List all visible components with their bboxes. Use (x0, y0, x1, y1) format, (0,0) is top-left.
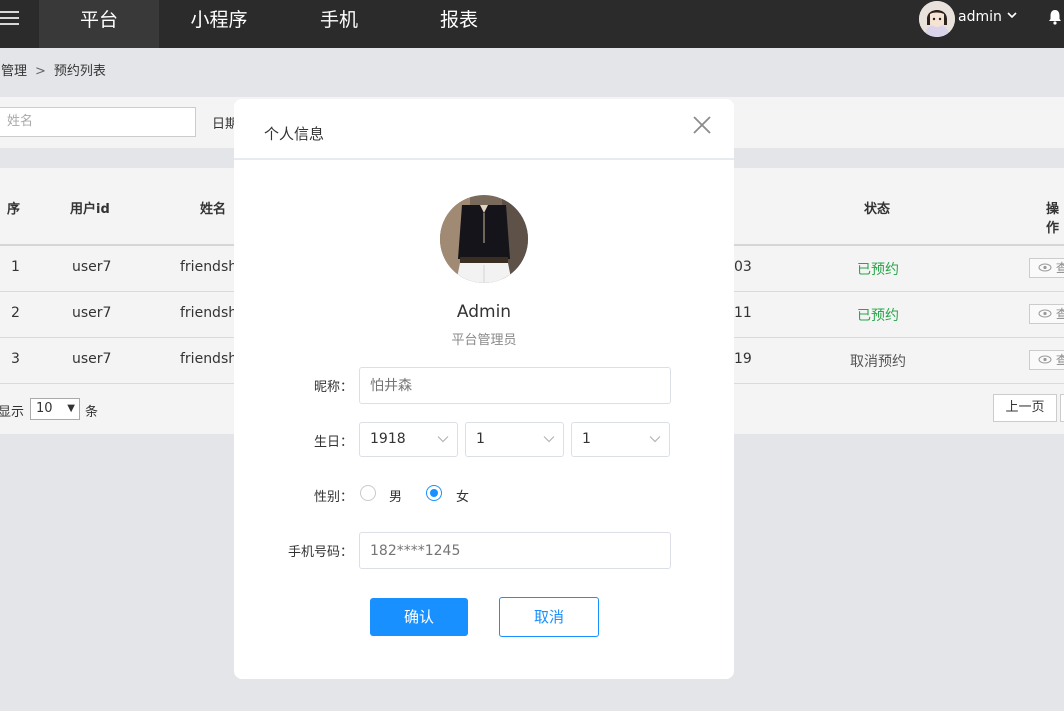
gender-female-label[interactable]: 女 (456, 486, 469, 505)
nav-item-mobile[interactable]: 手机 (279, 0, 399, 48)
name-search-input[interactable]: 姓名 (0, 107, 196, 137)
gender-male-label[interactable]: 男 (389, 486, 402, 505)
profile-avatar[interactable] (440, 195, 528, 283)
nickname-input[interactable] (359, 367, 671, 404)
column-header-user-id: 用户id (70, 202, 110, 217)
column-header-name: 姓名 (200, 202, 227, 217)
eye-icon (1038, 355, 1052, 364)
birth-year-select[interactable]: 1918 (359, 422, 458, 457)
view-button[interactable]: 查 (1029, 304, 1064, 324)
chevron-down-icon (543, 436, 555, 443)
bell-icon[interactable] (1046, 8, 1064, 26)
birth-day-select[interactable]: 1 (571, 422, 670, 457)
prev-page-button[interactable]: 上一页 (993, 394, 1057, 422)
gender-male-radio[interactable] (360, 485, 376, 501)
confirm-button[interactable]: 确认 (370, 598, 468, 636)
profile-name: Admin (456, 302, 512, 322)
breadcrumb-parent[interactable]: 户管理 (0, 64, 27, 79)
row-name: friendsh (180, 305, 238, 321)
view-button-label: 查 (1055, 261, 1064, 275)
user-name[interactable]: admin (958, 9, 1002, 25)
row-date: 11 (734, 305, 752, 321)
nav-item-report[interactable]: 报表 (399, 0, 519, 48)
row-name: friendsh (180, 259, 238, 275)
column-header-status: 状态 (864, 202, 891, 217)
cancel-button[interactable]: 取消 (499, 597, 599, 637)
page-size-select[interactable]: 10 ▼ (30, 398, 80, 420)
profile-role: 平台管理员 (451, 333, 517, 348)
row-status: 取消预约 (850, 354, 906, 370)
row-date: 03 (734, 259, 752, 275)
row-index: 1 (11, 259, 20, 275)
row-status: 已预约 (857, 262, 899, 278)
row-user-id: user7 (72, 259, 112, 275)
birth-month-value: 1 (476, 431, 485, 447)
eye-icon (1038, 309, 1052, 318)
page-size-value: 10 (36, 401, 53, 416)
view-button[interactable]: 查 (1029, 350, 1064, 370)
row-user-id: user7 (72, 351, 112, 367)
chevron-down-icon[interactable] (1005, 8, 1019, 22)
breadcrumb-separator: > (35, 64, 46, 79)
gender-label: 性别： (313, 490, 353, 505)
row-index: 3 (11, 351, 20, 367)
nickname-label: 昵称： (313, 380, 353, 395)
menu-icon[interactable] (0, 0, 38, 48)
birth-month-select[interactable]: 1 (465, 422, 564, 457)
modal-divider (234, 158, 734, 160)
birthday-label: 生日： (313, 435, 353, 450)
birth-day-value: 1 (582, 431, 591, 447)
row-index: 2 (11, 305, 20, 321)
close-icon[interactable] (692, 115, 712, 135)
modal-title: 个人信息 (264, 125, 325, 143)
nav-item-miniprogram[interactable]: 小程序 (159, 0, 279, 48)
user-avatar[interactable] (919, 1, 955, 37)
breadcrumb: 户管理 > 预约列表 (0, 60, 106, 79)
view-button-label: 查 (1055, 353, 1064, 367)
next-page-button[interactable] (1060, 394, 1064, 422)
top-navbar: 平台 小程序 手机 报表 admin (0, 0, 1064, 48)
nav-item-platform[interactable]: 平台 (39, 0, 159, 48)
row-user-id: user7 (72, 305, 112, 321)
breadcrumb-current: 预约列表 (53, 64, 106, 79)
view-button[interactable]: 查 (1029, 258, 1064, 278)
column-header-index: 序 (7, 202, 21, 217)
row-date: 19 (734, 351, 752, 367)
pager-unit-label: 条 (85, 405, 99, 420)
row-status: 已预约 (857, 308, 899, 324)
pager-show-label: 显示 (0, 405, 25, 420)
chevron-down-icon (649, 436, 661, 443)
column-header-action: 操作 (1046, 202, 1060, 236)
view-button-label: 查 (1055, 307, 1064, 321)
birth-year-value: 1918 (370, 431, 406, 447)
row-name: friendsh (180, 351, 238, 367)
gender-female-radio[interactable] (426, 485, 442, 501)
eye-icon (1038, 263, 1052, 272)
phone-label: 手机号码： (287, 545, 353, 560)
profile-modal: 个人信息 Admin 平台管理员 昵称： 生日： 1918 1 1 性别： 男 (234, 99, 734, 679)
chevron-down-icon (437, 436, 449, 443)
phone-input[interactable] (359, 532, 671, 569)
caret-down-icon: ▼ (67, 403, 75, 414)
